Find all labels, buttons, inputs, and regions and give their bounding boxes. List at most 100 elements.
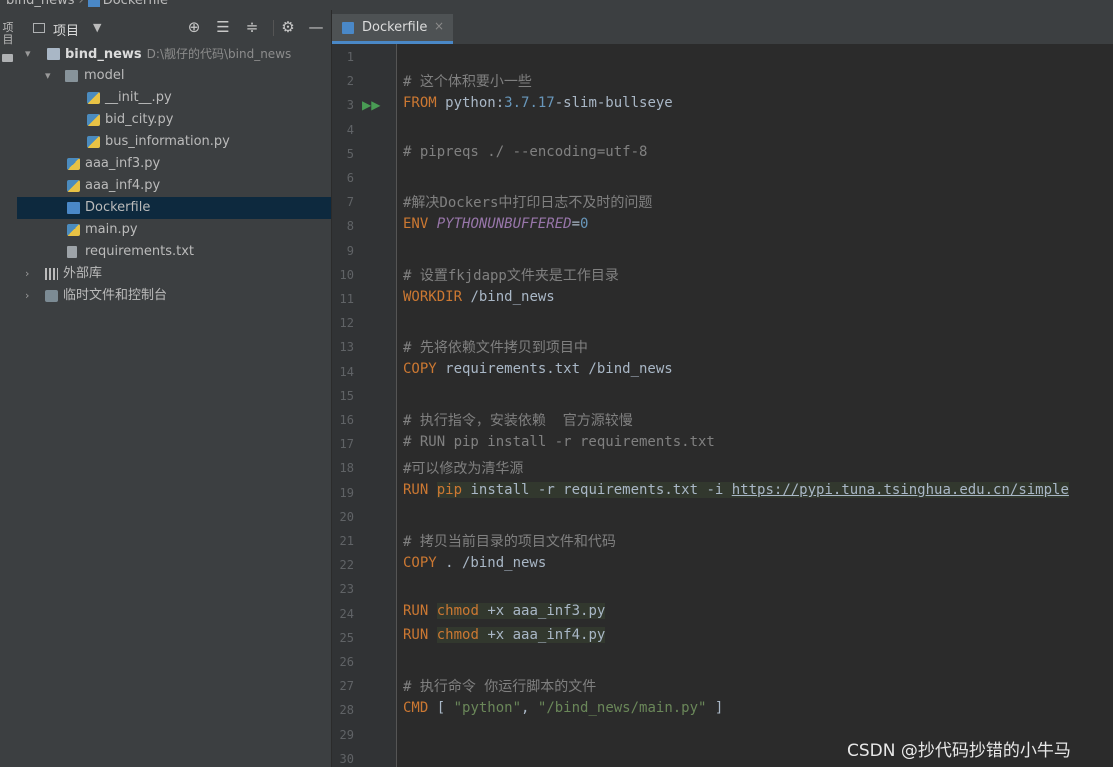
comment: # 执行指令，安装依赖 官方源较慢 bbox=[403, 413, 633, 429]
string: "/bind_news/main.py" bbox=[537, 700, 707, 716]
keyword: ENV bbox=[403, 216, 429, 232]
collapse-all-icon[interactable]: ≑ bbox=[243, 18, 261, 36]
run-icon[interactable]: ▶▶ bbox=[362, 98, 380, 112]
code-editor[interactable]: # 这个体积要小一些 FROM python:3.7.17-slim-bulls… bbox=[397, 44, 1113, 767]
tree-item-init-py[interactable]: __init__.py bbox=[17, 87, 331, 109]
watermark: CSDN @抄代码抄错的小牛马 bbox=[847, 741, 1071, 761]
tree-item-dockerfile[interactable]: Dockerfile bbox=[17, 197, 331, 219]
project-panel: 项目 ▼ ⊕ ☰ ≑ ⚙ — ▾ bind_news D:\靓仔的代码\bind_… bbox=[17, 10, 331, 767]
code-line: #解决Dockers中打印日志不及时的问题 bbox=[403, 192, 652, 212]
keyword: RUN bbox=[403, 482, 429, 498]
keyword: CMD bbox=[403, 700, 429, 716]
tree-item-label: aaa_inf3.py bbox=[85, 156, 161, 171]
mirror-url-link[interactable]: https://pypi.tuna.tsinghua.edu.cn/simple bbox=[731, 482, 1069, 498]
code-line: # 设置fkjdapp文件夹是工作目录 bbox=[403, 265, 619, 285]
hide-icon[interactable]: — bbox=[307, 18, 325, 36]
tree-item-model[interactable]: ▾ model bbox=[17, 65, 331, 87]
gear-icon[interactable]: ⚙ bbox=[279, 18, 297, 36]
scratch-icon bbox=[45, 290, 58, 302]
folder-icon bbox=[47, 48, 60, 60]
line-number: 7 bbox=[346, 195, 354, 209]
project-tool-button[interactable]: 项目 bbox=[1, 22, 15, 46]
close-icon[interactable]: × bbox=[434, 19, 444, 33]
python-file-icon bbox=[87, 136, 100, 148]
comment: # RUN pip install -r requirements.txt bbox=[403, 434, 715, 450]
docker-file-icon bbox=[342, 22, 354, 34]
tab-dockerfile[interactable]: Dockerfile × bbox=[332, 14, 453, 44]
expand-all-icon[interactable]: ☰ bbox=[214, 18, 232, 36]
code-text: python: bbox=[436, 95, 505, 111]
tree-item-bus-information-py[interactable]: bus_information.py bbox=[17, 131, 331, 153]
tool-window-stripe: 项目 bbox=[0, 10, 18, 767]
package-icon bbox=[65, 70, 78, 82]
docker-file-icon bbox=[67, 202, 80, 214]
code-line: WORKDIR /bind_news bbox=[403, 289, 555, 305]
line-number: 17 bbox=[339, 437, 354, 451]
tree-item-label: 外部库 bbox=[63, 266, 103, 281]
number: 3.7.17 bbox=[504, 95, 555, 111]
line-number: 24 bbox=[339, 607, 354, 621]
project-panel-title[interactable]: 项目 bbox=[53, 20, 79, 39]
tree-item-aaa-inf4-py[interactable]: aaa_inf4.py bbox=[17, 175, 331, 197]
chevron-down-icon[interactable]: ▾ bbox=[45, 65, 57, 87]
code-line: # 拷贝当前目录的项目文件和代码 bbox=[403, 531, 616, 551]
comment: # 设置fkjdapp文件夹是工作目录 bbox=[403, 268, 619, 284]
number: 0 bbox=[580, 216, 589, 232]
tree-item-label: 临时文件和控制台 bbox=[63, 288, 168, 303]
line-number: 22 bbox=[339, 558, 354, 572]
python-file-icon bbox=[87, 92, 100, 104]
editor-tab-bar: Dockerfile × bbox=[332, 10, 1113, 45]
tree-item-label: Dockerfile bbox=[85, 200, 151, 215]
code-text: , bbox=[521, 700, 538, 716]
project-panel-header: 项目 ▼ ⊕ ☰ ≑ ⚙ — bbox=[17, 14, 331, 42]
python-file-icon bbox=[67, 158, 80, 170]
comment: # pipreqs ./ --encoding=utf-8 bbox=[403, 144, 648, 160]
line-number: 26 bbox=[339, 655, 354, 669]
code-text: = bbox=[571, 216, 581, 232]
breadcrumb-project[interactable]: bind_news bbox=[6, 0, 75, 8]
tree-item-bind-news[interactable]: ▾ bind_news D:\靓仔的代码\bind_news bbox=[17, 43, 331, 65]
line-number: 19 bbox=[339, 486, 354, 500]
line-number: 16 bbox=[339, 413, 354, 427]
comment: # 拷贝当前目录的项目文件和代码 bbox=[403, 534, 616, 550]
project-view-icon bbox=[33, 23, 45, 33]
tree-item-external-libraries[interactable]: › 外部库 bbox=[17, 263, 331, 285]
env-variable: PYTHONUNBUFFERED bbox=[436, 216, 572, 232]
line-number: 29 bbox=[339, 728, 354, 742]
code-line: RUN chmod +x aaa_inf4.py bbox=[403, 627, 606, 643]
line-number: 27 bbox=[339, 679, 354, 693]
tree-item-label: main.py bbox=[85, 222, 138, 237]
line-number: 23 bbox=[339, 582, 354, 596]
code-line: CMD [ "python", "/bind_news/main.py" ] bbox=[403, 700, 723, 716]
line-number: 25 bbox=[339, 631, 354, 645]
chevron-right-icon[interactable]: › bbox=[25, 263, 37, 285]
chevron-right-icon[interactable]: › bbox=[25, 285, 37, 307]
library-icon bbox=[45, 268, 58, 280]
chevron-down-icon[interactable]: ▼ bbox=[93, 21, 101, 34]
tree-item-bid-city-py[interactable]: bid_city.py bbox=[17, 109, 331, 131]
python-file-icon bbox=[87, 114, 100, 126]
keyword: WORKDIR bbox=[403, 289, 463, 305]
code-text: . /bind_news bbox=[436, 555, 547, 571]
line-number: 5 bbox=[346, 147, 354, 161]
locate-icon[interactable]: ⊕ bbox=[185, 18, 203, 36]
keyword: RUN bbox=[403, 603, 429, 619]
line-number: 11 bbox=[339, 292, 354, 306]
line-number: 4 bbox=[346, 123, 354, 137]
code-line: # 先将依赖文件拷贝到项目中 bbox=[403, 337, 588, 357]
tree-item-main-py[interactable]: main.py bbox=[17, 219, 331, 241]
keyword: RUN bbox=[403, 627, 429, 643]
line-number: 6 bbox=[346, 171, 354, 185]
keyword: FROM bbox=[403, 95, 437, 111]
breadcrumb-file[interactable]: Dockerfile bbox=[103, 0, 168, 8]
tree-item-requirements-txt[interactable]: requirements.txt bbox=[17, 241, 331, 263]
comment: # 先将依赖文件拷贝到项目中 bbox=[403, 340, 588, 356]
tree-item-aaa-inf3-py[interactable]: aaa_inf3.py bbox=[17, 153, 331, 175]
tree-item-scratches[interactable]: › 临时文件和控制台 bbox=[17, 285, 331, 307]
code-line: # 执行命令 你运行脚本的文件 bbox=[403, 676, 596, 696]
chevron-down-icon[interactable]: ▾ bbox=[25, 43, 37, 65]
line-number: 9 bbox=[346, 244, 354, 258]
line-number: 2 bbox=[346, 74, 354, 88]
tree-item-label: aaa_inf4.py bbox=[85, 178, 161, 193]
tree-item-label: model bbox=[84, 68, 125, 83]
